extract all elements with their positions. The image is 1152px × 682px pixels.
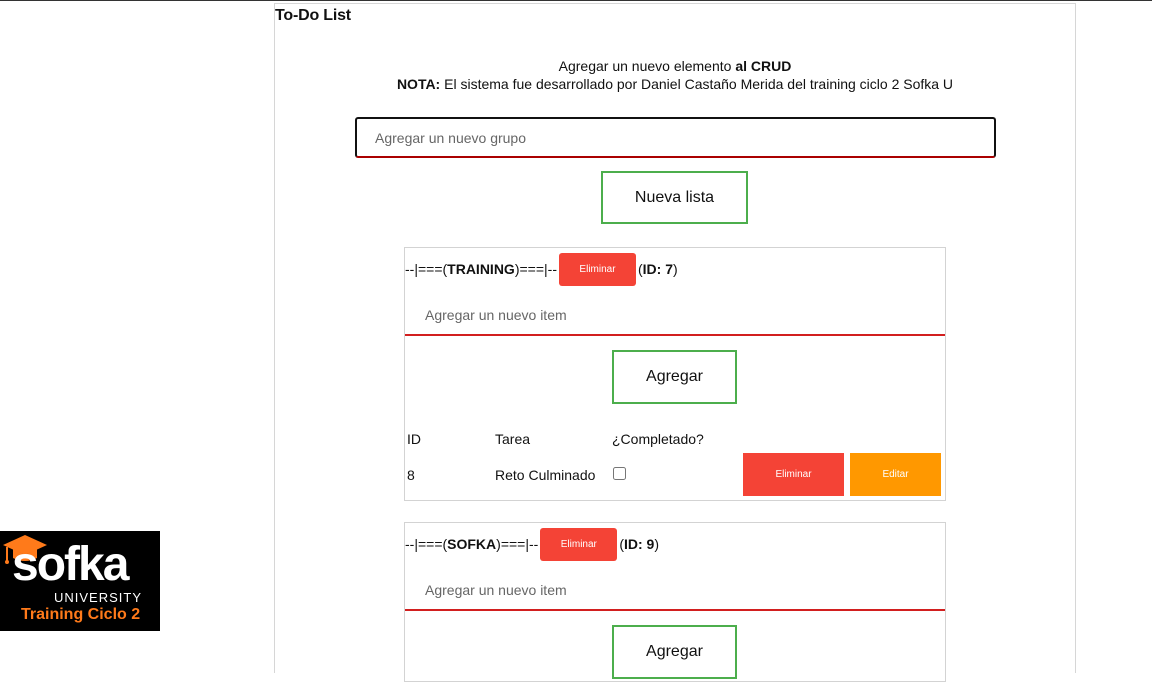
list-card-sofka: --|===(SOFKA)===|-- Eliminar (ID: 9) Agr… <box>404 522 946 682</box>
list-id: ID: 9 <box>623 536 655 552</box>
list-name: TRAINING <box>447 261 515 277</box>
column-header-completed: ¿Completado? <box>612 431 704 447</box>
intro-line-1-bold: al CRUD <box>735 58 792 74</box>
new-group-input[interactable] <box>355 117 996 158</box>
list-header: --|===(TRAINING)===|-- Eliminar (ID: 7) <box>405 252 678 286</box>
column-header-task: Tarea <box>495 431 531 447</box>
intro-line-2: NOTA: El sistema fue desarrollado por Da… <box>275 75 1075 93</box>
column-header-id: ID <box>407 431 421 447</box>
list-header: --|===(SOFKA)===|-- Eliminar (ID: 9) <box>405 527 659 561</box>
list-name: SOFKA <box>447 536 497 552</box>
add-item-button[interactable]: Agregar <box>612 350 737 404</box>
page-title: To-Do List <box>275 7 351 24</box>
list-id: ID: 7 <box>642 261 673 277</box>
row-id: 8 <box>407 467 415 483</box>
list-header-prefix: --|===( <box>405 261 448 277</box>
intro-line-1: Agregar un nuevo elemento al CRUD <box>275 57 1075 75</box>
row-completed-checkbox[interactable] <box>613 467 626 480</box>
note-label: NOTA: <box>396 76 441 92</box>
intro-text: Agregar un nuevo elemento al CRUD NOTA: … <box>275 57 1075 93</box>
list-header-suffix: )===|-- <box>496 536 539 552</box>
list-id-close: ) <box>654 536 659 552</box>
sofka-logo: sofka UNIVERSITY Training Ciclo 2 <box>0 531 160 631</box>
logo-subtitle: UNIVERSITY <box>53 590 142 605</box>
top-border <box>0 0 1152 1</box>
list-id-close: ) <box>673 261 678 277</box>
edit-item-button[interactable]: Editar <box>850 453 941 496</box>
delete-item-button[interactable]: Eliminar <box>743 453 844 496</box>
new-item-input[interactable] <box>405 571 945 611</box>
new-item-input[interactable] <box>405 296 945 336</box>
list-header-suffix: )===|-- <box>514 261 557 277</box>
logo-tagline: Training Ciclo 2 <box>21 606 141 623</box>
main-panel: To-Do List Agregar un nuevo elemento al … <box>274 3 1076 682</box>
delete-list-button[interactable]: Eliminar <box>558 252 636 286</box>
list-header-prefix: --|===( <box>405 536 448 552</box>
add-item-button[interactable]: Agregar <box>612 625 737 679</box>
intro-line-1-text: Agregar un nuevo elemento <box>558 58 736 74</box>
note-text: El sistema fue desarrollado por Daniel C… <box>440 76 954 92</box>
logo-wordmark: sofka <box>12 538 129 591</box>
list-card-training: --|===(TRAINING)===|-- Eliminar (ID: 7) … <box>404 247 946 501</box>
new-list-button[interactable]: Nueva lista <box>601 171 748 224</box>
delete-list-button[interactable]: Eliminar <box>540 527 618 561</box>
row-task: Reto Culminado <box>495 467 596 483</box>
